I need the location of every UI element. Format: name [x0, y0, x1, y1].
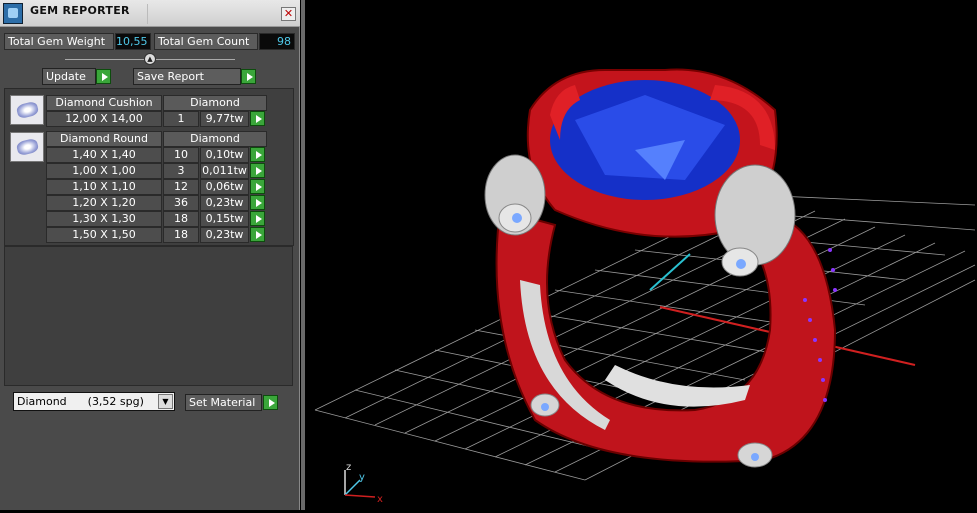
gem-weight: 9,77tw: [200, 111, 249, 127]
total-gem-weight-label: Total Gem Weight: [4, 33, 114, 50]
window-title: GEM REPORTER: [30, 4, 130, 17]
empty-list-area: [4, 246, 293, 386]
select-gem-icon[interactable]: [250, 211, 265, 226]
title-separator: [147, 4, 277, 24]
ring-render: [314, 68, 976, 498]
gem-weight: 0,23tw: [200, 195, 249, 211]
title-bar: GEM REPORTER ✕: [0, 0, 300, 27]
cushion-gem-thumbnail: [10, 95, 44, 125]
gem-weight: 0,10tw: [200, 147, 249, 163]
group-material: Diamond: [163, 131, 267, 147]
gem-count: 18: [163, 211, 199, 227]
slider-handle[interactable]: ▲: [144, 53, 156, 65]
gem-count: 1: [163, 111, 199, 127]
axis-z-label: z: [346, 462, 352, 473]
gem-size: 1,00 X 1,00: [46, 163, 162, 179]
gem-count: 10: [163, 147, 199, 163]
gem-weight: 0,011tw: [200, 163, 249, 179]
save-report-button[interactable]: Save Report: [133, 68, 241, 85]
gem-count: 18: [163, 227, 199, 243]
select-gem-icon[interactable]: [250, 227, 265, 242]
gem-size: 1,40 X 1,40: [46, 147, 162, 163]
total-gem-count-label: Total Gem Count: [154, 33, 258, 50]
group-name: Diamond Cushion: [46, 95, 162, 111]
gem-count: 36: [163, 195, 199, 211]
axis-y-label: y: [359, 472, 365, 483]
select-gem-icon[interactable]: [250, 179, 265, 194]
gem-weight: 0,06tw: [200, 179, 249, 195]
material-select-value: Diamond (3,52 spg): [17, 395, 144, 408]
chevron-down-icon[interactable]: ▼: [158, 394, 173, 409]
gem-reporter-icon: [3, 3, 23, 24]
select-gem-icon[interactable]: [250, 163, 265, 178]
total-gem-count-value: 98: [259, 33, 295, 50]
total-gem-weight-value: 10,55: [115, 33, 151, 50]
3d-viewport[interactable]: z y x: [301, 0, 977, 510]
axis-x-label: x: [377, 494, 383, 505]
round-gem-thumbnail: [10, 132, 44, 162]
save-report-go-icon[interactable]: [241, 69, 256, 84]
select-gem-icon[interactable]: [250, 147, 265, 162]
gem-reporter-panel: GEM REPORTER ✕ Total Gem Weight 10,55 To…: [0, 0, 300, 510]
gem-weight: 0,15tw: [200, 211, 249, 227]
gem-size: 1,20 X 1,20: [46, 195, 162, 211]
close-button[interactable]: ✕: [281, 7, 296, 21]
select-gem-icon[interactable]: [250, 195, 265, 210]
select-gem-icon[interactable]: [250, 111, 265, 126]
set-material-button[interactable]: Set Material: [185, 394, 262, 411]
gem-size: 12,00 X 14,00: [46, 111, 162, 127]
gem-weight: 0,23tw: [200, 227, 249, 243]
update-go-icon[interactable]: [96, 69, 111, 84]
gem-count: 3: [163, 163, 199, 179]
group-material: Diamond: [163, 95, 267, 111]
group-name: Diamond Round: [46, 131, 162, 147]
gem-size: 1,10 X 1,10: [46, 179, 162, 195]
ring-model: [484, 68, 837, 468]
gem-size: 1,30 X 1,30: [46, 211, 162, 227]
set-material-go-icon[interactable]: [263, 395, 278, 410]
gem-size: 1,50 X 1,50: [46, 227, 162, 243]
update-button[interactable]: Update: [42, 68, 96, 85]
gem-count: 12: [163, 179, 199, 195]
material-select[interactable]: Diamond (3,52 spg) ▼: [13, 392, 175, 411]
